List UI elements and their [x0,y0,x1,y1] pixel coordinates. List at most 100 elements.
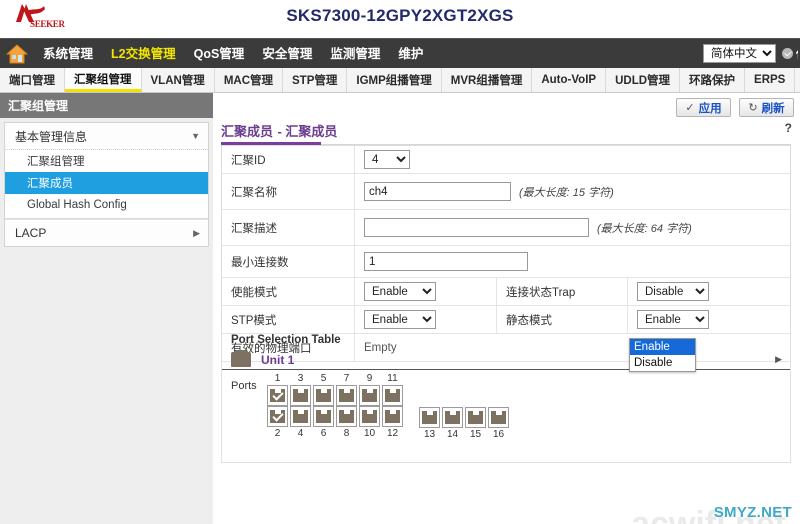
static-mode-dropdown-list[interactable]: Enable Disable [629,338,696,372]
save-config-label: 保存配置 [796,45,798,62]
page-title: SKS7300-12GPY2XGT2XGS [286,6,514,25]
menu-item-qos[interactable]: QoS管理 [185,39,254,69]
sidebar-item-label: Global Hash Config [27,199,127,211]
tab-loop-protection[interactable]: 环路保护 [680,68,746,92]
menu-item-maintenance[interactable]: 维护 [389,39,432,69]
ports-label: Ports [231,380,257,392]
port-number: 3 [297,373,304,384]
port-number: 16 [492,429,505,440]
tab-erps[interactable]: ERPS [745,68,796,92]
port-cell-5[interactable] [313,385,334,406]
port-number: 15 [469,429,482,440]
port-group-sfp: 13 14 15 16 [418,372,510,441]
port-cell-10[interactable] [359,406,380,427]
switch-web-ui: SEEKER SKS7300-12GPY2XGT2XGS 系统管理 L2交换管理… [0,0,800,524]
port-grid: 1 2 3 4 5 6 7 8 9 10 11 12 13 14 15 16 [266,372,510,441]
save-config-button[interactable]: 保存配置 [782,45,798,62]
language-select[interactable]: 简体中文 [703,44,776,63]
rj45-icon [339,410,354,423]
sidebar-panel: 基本管理信息 ▼ 汇聚组管理 汇聚成员 Global Hash Config L… [4,122,209,247]
port-number: 11 [387,373,398,384]
sidebar-item-label: 汇聚组管理 [27,156,85,168]
rj45-icon [270,410,285,423]
port-cell-6[interactable] [313,406,334,427]
help-icon[interactable]: ? [785,121,792,135]
lag-description-input[interactable] [364,218,589,237]
lag-id-select[interactable]: 4 [364,150,410,169]
sidebar-item-lag-management[interactable]: 汇聚组管理 [5,150,208,172]
dropdown-option-enable[interactable]: Enable [630,339,695,355]
port-cell-8[interactable] [336,406,357,427]
unit-row[interactable]: Unit 1 ▶ [222,348,790,370]
port-cell-14[interactable] [442,407,463,428]
menu-item-security[interactable]: 安全管理 [253,39,321,69]
unit-label: Unit 1 [261,352,295,367]
port-cell-15[interactable] [465,407,486,428]
port-column: 3 4 [289,372,312,440]
port-number: 2 [274,428,281,439]
static-mode-select[interactable]: Enable [637,310,709,329]
lag-name-input[interactable] [364,182,511,201]
form-label: 汇聚ID [222,146,355,173]
rj45-icon [293,389,308,402]
check-icon: ✓ [685,102,695,114]
port-number: 13 [423,429,436,440]
form-label: 汇聚描述 [222,210,355,245]
menu-item-monitor[interactable]: 监测管理 [321,39,389,69]
port-cell-3[interactable] [290,385,311,406]
port-cell-11[interactable] [382,385,403,406]
form-label: 最小连接数 [222,246,355,277]
tab-vlan-management[interactable]: VLAN管理 [141,68,215,92]
enable-mode-select[interactable]: Enable [364,282,436,301]
tab-stp-management[interactable]: STP管理 [283,68,348,92]
dropdown-option-disable[interactable]: Disable [630,355,695,371]
port-column: 11 12 [381,372,404,440]
rj45-icon [362,389,377,402]
port-cell-2[interactable] [267,406,288,427]
watermark-acwifi: acwifi.net [631,505,786,524]
menu-item-l2-switching[interactable]: L2交换管理 [102,39,185,69]
apply-button[interactable]: ✓ 应用 [676,98,731,117]
chevron-right-icon: ▶ [193,227,200,238]
rj45-icon [293,410,308,423]
sidebar-group-basic-info[interactable]: 基本管理信息 ▼ [5,123,208,150]
port-cell-9[interactable] [359,385,380,406]
stp-mode-select[interactable]: Enable [364,310,436,329]
port-number: 8 [343,428,350,439]
content-title: 汇聚成员 [221,124,274,139]
sidebar-item-lag-members[interactable]: 汇聚成员 [5,172,208,194]
sidebar-item-global-hash-config[interactable]: Global Hash Config [5,194,208,216]
menu-item-system[interactable]: 系统管理 [34,39,102,69]
chevron-down-icon: ▼ [191,131,200,141]
lag-name-hint: (最大长度: 15 字符) [519,186,614,199]
sidebar-title: 汇聚组管理 [0,93,213,118]
port-cell-7[interactable] [336,385,357,406]
chevron-right-icon[interactable]: ▶ [775,354,782,365]
refresh-icon: ↻ [748,102,758,114]
tab-mac-management[interactable]: MAC管理 [214,68,284,92]
tab-port-management[interactable]: 端口管理 [0,68,65,92]
main-menu-bar: 系统管理 L2交换管理 QoS管理 安全管理 监测管理 维护 简体中文 保存配置 [0,38,800,68]
tab-udld[interactable]: UDLD管理 [606,68,681,92]
rj45-icon [445,411,460,424]
tab-igmp-snooping[interactable]: IGMP组播管理 [347,68,442,92]
port-cell-12[interactable] [382,406,403,427]
port-column: 16 [487,372,510,441]
port-table-title: Port Selection Table [231,334,341,346]
port-cell-16[interactable] [488,407,509,428]
link-trap-select[interactable]: Disable [637,282,709,301]
home-icon[interactable] [0,39,34,69]
tab-lag-management[interactable]: 汇聚组管理 [65,68,142,92]
sidebar-group-lacp[interactable]: LACP ▶ [5,219,208,246]
rj45-icon [468,411,483,424]
port-cell-4[interactable] [290,406,311,427]
tab-mvr[interactable]: MVR组播管理 [441,68,533,92]
tab-auto-voip[interactable]: Auto-VoIP [532,68,607,92]
port-number: 4 [297,428,304,439]
form-row-lag-id: 汇聚ID 4 [222,146,790,174]
port-cell-13[interactable] [419,407,440,428]
content-subtitle: - 汇聚成员 [277,124,338,139]
port-cell-1[interactable] [267,385,288,406]
min-links-input[interactable] [364,252,528,271]
refresh-button[interactable]: ↻ 刷新 [739,98,794,117]
